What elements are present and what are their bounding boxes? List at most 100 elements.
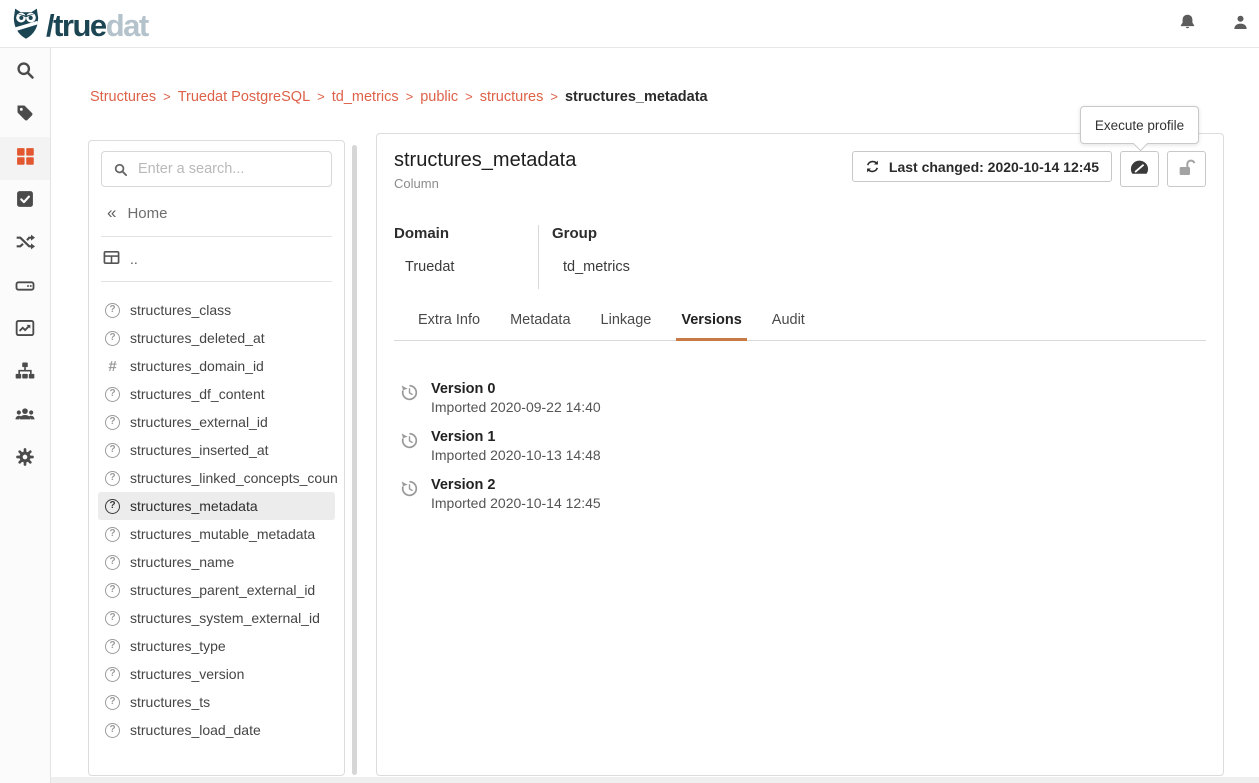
- field-item[interactable]: # structures_domain_id: [98, 352, 335, 380]
- version-item[interactable]: Version 0Imported 2020-09-22 14:40: [400, 381, 1206, 415]
- refresh-icon: [865, 159, 880, 174]
- search-box: [101, 151, 332, 187]
- group-label: Group: [552, 225, 630, 242]
- check-square-icon: [15, 189, 35, 214]
- field-item[interactable]: ?structures_version: [98, 660, 335, 688]
- version-item[interactable]: Version 2Imported 2020-10-14 12:45: [400, 477, 1206, 511]
- users-icon: [15, 404, 35, 429]
- left-panel-scrollbar[interactable]: [352, 145, 357, 775]
- sidebar-item-tag[interactable]: [0, 94, 50, 137]
- drive-icon: [15, 275, 35, 300]
- sidebar-item-users[interactable]: [0, 395, 50, 438]
- field-label: structures_class: [130, 302, 231, 318]
- home-label: Home: [127, 205, 167, 222]
- tab-extra-info[interactable]: Extra Info: [413, 312, 485, 340]
- shuffle-icon: [15, 232, 35, 257]
- unlock-icon: [1177, 158, 1197, 181]
- field-item[interactable]: ?structures_deleted_at: [98, 324, 335, 352]
- field-item[interactable]: ?structures_parent_external_id: [98, 576, 335, 604]
- sitemap-icon: [15, 361, 35, 386]
- bottom-scroll-track: [51, 777, 1259, 783]
- user-menu-button[interactable]: [1227, 12, 1253, 38]
- field-item[interactable]: ?structures_inserted_at: [98, 436, 335, 464]
- domain-label: Domain: [394, 225, 538, 242]
- version-title: Version 1: [431, 429, 601, 446]
- field-item[interactable]: ?structures_type: [98, 632, 335, 660]
- sidebar-item-drive[interactable]: [0, 266, 50, 309]
- field-label: structures_linked_concepts_coun: [130, 470, 338, 486]
- version-subtitle: Imported 2020-10-13 14:48: [431, 447, 601, 463]
- field-label: structures_df_content: [130, 386, 265, 402]
- grid-icon: [15, 146, 35, 171]
- lock-button[interactable]: [1167, 151, 1206, 187]
- history-icon: [400, 479, 419, 511]
- tab-metadata[interactable]: Metadata: [505, 312, 575, 340]
- question-circle-icon: ?: [105, 695, 120, 710]
- detail-actions: Last changed: 2020-10-14 12:45: [852, 151, 1206, 187]
- structure-browser-panel: « Home .. ?structures_class?structures_d…: [88, 140, 345, 776]
- breadcrumb-link[interactable]: Truedat PostgreSQL: [178, 89, 310, 105]
- field-item[interactable]: ?structures_name: [98, 548, 335, 576]
- field-item[interactable]: ?structures_load_date: [98, 716, 335, 744]
- breadcrumb-link[interactable]: public: [420, 89, 458, 105]
- field-label: structures_mutable_metadata: [130, 526, 315, 542]
- breadcrumb: Structures > Truedat PostgreSQL > td_metrics…: [90, 89, 708, 105]
- sidebar: [0, 48, 51, 783]
- question-circle-icon: ?: [105, 667, 120, 682]
- field-label: structures_external_id: [130, 414, 268, 430]
- truedat-logo[interactable]: /truedat: [8, 5, 148, 46]
- notifications-button[interactable]: [1174, 12, 1200, 38]
- breadcrumb-link[interactable]: Structures: [90, 89, 156, 105]
- details-section: Domain Truedat Group td_metrics: [394, 225, 1206, 289]
- field-item[interactable]: ?structures_system_external_id: [98, 604, 335, 632]
- execute-profile-button[interactable]: [1120, 151, 1159, 187]
- sidebar-item-gear[interactable]: [0, 438, 50, 481]
- breadcrumb-separator: >: [550, 89, 558, 104]
- sidebar-item-grid[interactable]: [0, 137, 50, 180]
- parent-table-link[interactable]: ..: [103, 250, 344, 268]
- breadcrumb-separator: >: [317, 89, 325, 104]
- version-item[interactable]: Version 1Imported 2020-10-13 14:48: [400, 429, 1206, 463]
- last-changed-button[interactable]: Last changed: 2020-10-14 12:45: [852, 151, 1112, 182]
- field-item[interactable]: ?structures_class: [98, 296, 335, 324]
- owl-logo-icon: [8, 5, 44, 46]
- version-title: Version 2: [431, 477, 601, 494]
- last-changed-label: Last changed: 2020-10-14 12:45: [889, 159, 1099, 175]
- bell-icon: [1178, 13, 1197, 37]
- version-text: Version 1Imported 2020-10-13 14:48: [431, 429, 601, 463]
- field-list: ?structures_class?structures_deleted_at#…: [89, 296, 344, 744]
- field-label: structures_parent_external_id: [130, 582, 315, 598]
- tooltip-label: Execute profile: [1095, 118, 1184, 133]
- field-label: structures_domain_id: [130, 358, 264, 374]
- version-text: Version 2Imported 2020-10-14 12:45: [431, 477, 601, 511]
- search-input[interactable]: [102, 152, 331, 186]
- tab-audit[interactable]: Audit: [767, 312, 810, 340]
- field-item[interactable]: ?structures_df_content: [98, 380, 335, 408]
- question-circle-icon: ?: [105, 527, 120, 542]
- question-circle-icon: ?: [105, 499, 120, 514]
- breadcrumb-current: structures_metadata: [565, 89, 708, 105]
- field-item[interactable]: ?structures_ts: [98, 688, 335, 716]
- field-item[interactable]: ? structures_external_id: [98, 408, 335, 436]
- breadcrumb-link[interactable]: structures: [480, 89, 544, 105]
- field-item[interactable]: ? structures_mutable_metadata: [98, 520, 335, 548]
- sidebar-item-check-square[interactable]: [0, 180, 50, 223]
- breadcrumb-link[interactable]: td_metrics: [332, 89, 399, 105]
- sidebar-item-sitemap[interactable]: [0, 352, 50, 395]
- detail-tabs: Extra Info Metadata Linkage Versions Audit: [394, 312, 1206, 341]
- sidebar-item-chart-line[interactable]: [0, 309, 50, 352]
- version-text: Version 0Imported 2020-09-22 14:40: [431, 381, 601, 415]
- field-item[interactable]: ?structures_metadata: [98, 492, 335, 520]
- sidebar-item-shuffle[interactable]: [0, 223, 50, 266]
- tab-linkage[interactable]: Linkage: [596, 312, 657, 340]
- field-item[interactable]: ?structures_linked_concepts_coun: [98, 464, 335, 492]
- sidebar-item-search[interactable]: [0, 51, 50, 94]
- field-label: structures_name: [130, 554, 234, 570]
- execute-profile-tooltip: Execute profile: [1080, 106, 1199, 144]
- double-chevron-left-icon: «: [107, 206, 116, 220]
- home-link[interactable]: « Home: [107, 203, 344, 223]
- tab-versions[interactable]: Versions: [676, 312, 746, 341]
- question-circle-icon: ?: [105, 415, 120, 430]
- hash-icon: #: [105, 358, 120, 375]
- question-circle-icon: ?: [105, 639, 120, 654]
